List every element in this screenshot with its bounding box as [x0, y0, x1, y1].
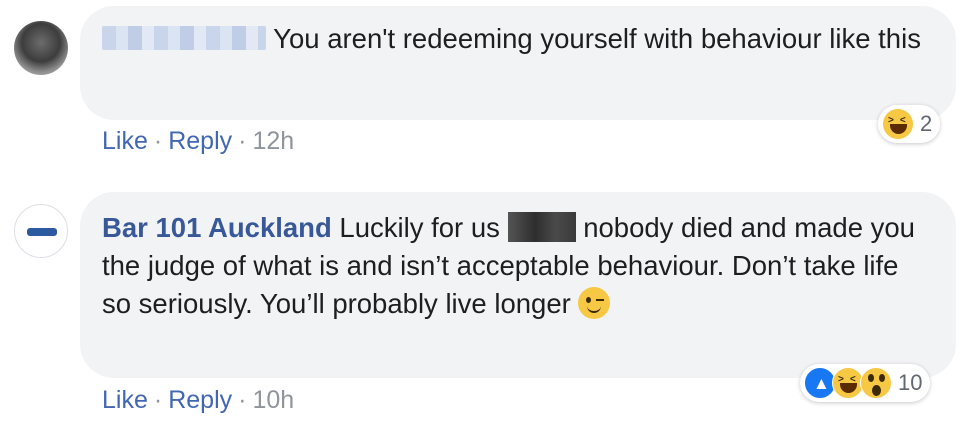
comment-text: You aren't redeeming yourself with behav…	[273, 23, 921, 54]
haha-icon: ><	[882, 108, 914, 140]
page-avatar[interactable]	[14, 204, 68, 258]
reply-link[interactable]: Reply	[168, 386, 232, 414]
timestamp[interactable]: 10h	[252, 386, 294, 414]
blurred-author-name[interactable]	[102, 25, 266, 50]
comment-actions: Like · Reply · 10h	[102, 386, 294, 415]
separator: ·	[238, 386, 247, 414]
separator: ·	[153, 386, 163, 414]
separator: ·	[153, 127, 163, 155]
wink-emoji-icon	[578, 286, 611, 319]
like-link[interactable]: Like	[102, 386, 148, 414]
reaction-summary[interactable]: >< 2	[878, 105, 941, 143]
reaction-summary[interactable]: ▲ >< 10	[800, 364, 931, 402]
comment-author[interactable]: Bar 101 Auckland	[102, 212, 332, 243]
separator: ·	[238, 127, 247, 155]
comment-bubble: You aren't redeeming yourself with behav…	[80, 6, 956, 120]
commenter-avatar[interactable]	[14, 21, 68, 75]
comment-bubble: Bar 101 Auckland Luckily for us nobody d…	[80, 192, 956, 378]
comment-actions: Like · Reply · 12h	[102, 127, 294, 156]
timestamp[interactable]: 12h	[252, 127, 294, 155]
bar-logo-icon	[27, 228, 57, 236]
like-link[interactable]: Like	[102, 127, 148, 155]
wow-icon	[860, 367, 892, 399]
reply-link[interactable]: Reply	[168, 127, 232, 155]
comment-text-start: Luckily for us	[339, 212, 500, 243]
redacted-name	[507, 211, 576, 242]
reaction-count: 2	[920, 111, 933, 136]
reaction-count: 10	[898, 370, 923, 395]
